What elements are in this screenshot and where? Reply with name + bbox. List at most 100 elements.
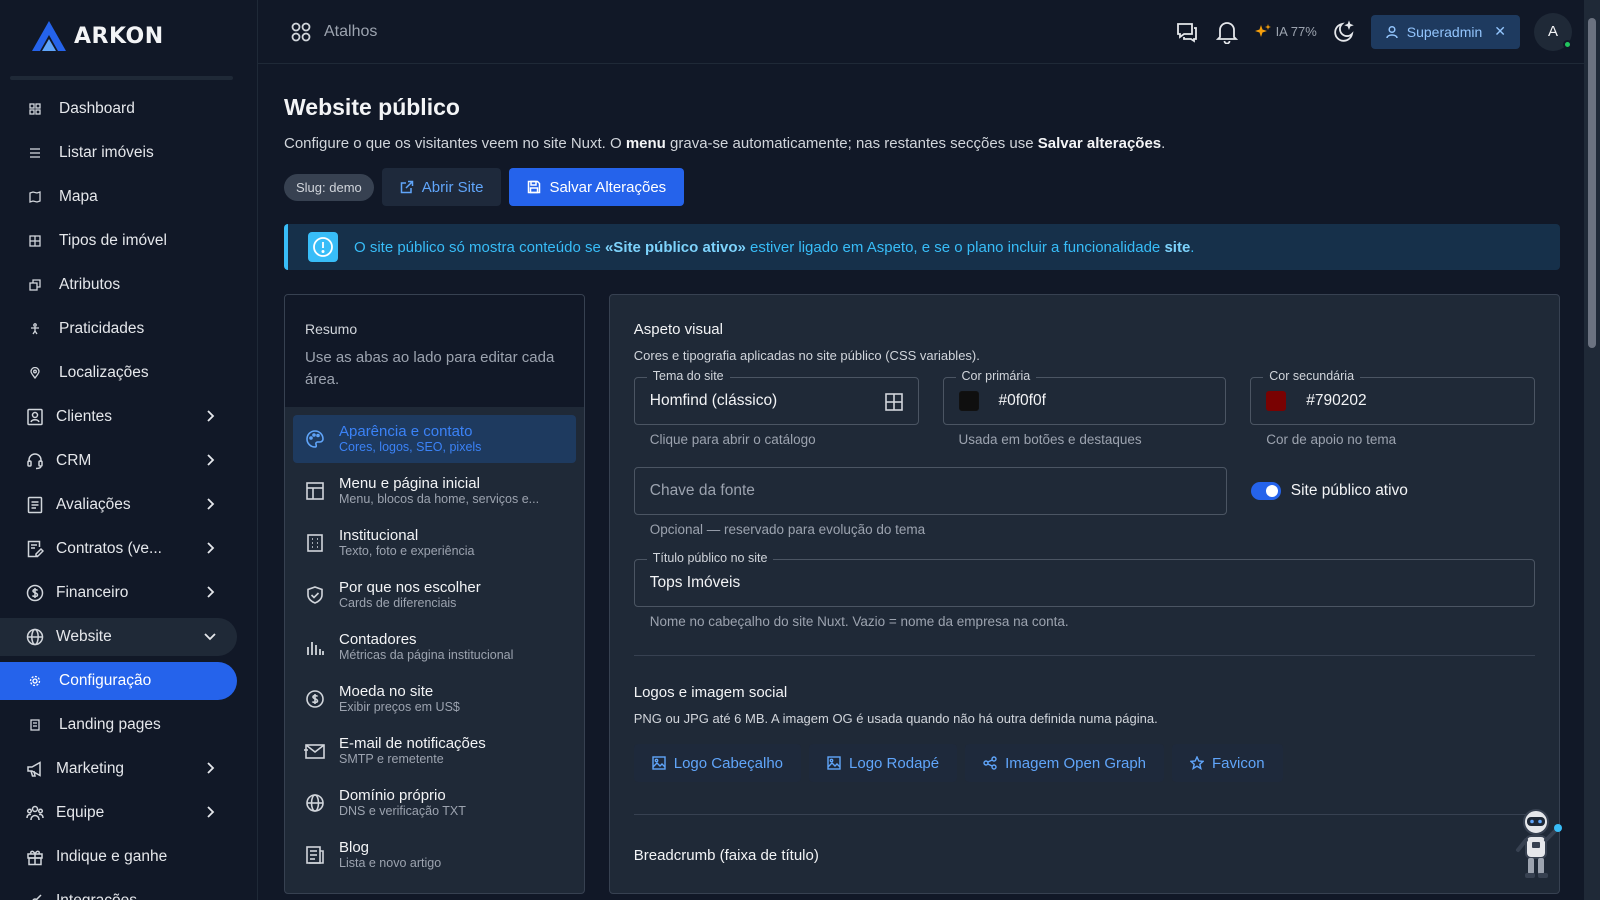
ia-usage[interactable]: IA 77% [1254,23,1317,41]
document-list-icon [26,496,44,514]
favicon-button[interactable]: Favicon [1172,744,1283,782]
close-icon[interactable]: ✕ [1494,23,1506,40]
tab-moeda-site[interactable]: Moeda no site Exibir preços em US$ [293,675,576,723]
page-scrollbar[interactable] [1584,0,1600,900]
integration-icon [26,892,44,900]
sidebar-item-contratos[interactable]: Contratos (ve... [0,530,237,568]
section-title-breadcrumb: Breadcrumb (faixa de título) [633,847,819,864]
image-icon [652,756,666,770]
gear-icon [29,675,41,687]
brand-logo[interactable]: ARKON [0,0,257,72]
tab-email-notificacoes[interactable]: E-mail de notificações SMTP e remetente [293,727,576,775]
save-button[interactable]: Salvar Alterações [509,168,685,206]
tab-aparencia-contato[interactable]: Aparência e contato Cores, logos, SEO, pi… [293,415,576,463]
chevron-down-icon [204,633,216,641]
primary-color-swatch[interactable] [958,391,979,411]
headset-icon [26,452,44,470]
superadmin-badge[interactable]: Superadmin ✕ [1370,14,1520,49]
sparkle-icon [1254,23,1271,37]
catalog-grid-icon[interactable] [884,392,904,412]
sidebar-item-crm[interactable]: CRM [0,442,237,480]
sidebar-item-integracoes[interactable]: Integrações [0,882,237,900]
sidebar-item-equipe[interactable]: Equipe [0,794,237,832]
secondary-color-swatch[interactable] [1266,391,1287,411]
chat-icon[interactable] [1174,19,1200,45]
public-title-input[interactable]: Título público no site Tops Imóveis [633,551,1535,607]
open-graph-image-button[interactable]: Imagem Open Graph [965,744,1165,782]
contacts-icon [26,408,44,426]
sidebar-item-label: Listar imóveis [59,144,154,161]
public-site-toggle-label: Site público ativo [1290,482,1408,499]
tab-institucional[interactable]: Institucional Texto, foto e experiência [293,519,576,567]
sidebar-item-atributos[interactable]: Atributos [0,266,237,304]
contract-edit-icon [26,540,44,558]
logo-header-button[interactable]: Logo Cabeçalho [633,744,802,782]
public-site-toggle[interactable] [1250,482,1281,500]
currency-icon [303,687,327,711]
sidebar-item-mapa[interactable]: Mapa [0,178,237,216]
sidebar-item-clientes[interactable]: Clientes [0,398,237,436]
sidebar-item-label: CRM [56,452,92,469]
chevron-right-icon [207,586,215,598]
sidebar-separator [10,76,233,80]
sidebar-item-label: Dashboard [59,100,135,117]
shield-check-icon [303,583,327,607]
sidebar-item-landing-pages[interactable]: Landing pages [0,706,237,744]
topbar-actions: IA 77% Superadmin ✕ A [1174,12,1572,51]
sidebar-item-avaliacoes[interactable]: Avaliações [0,486,237,524]
sidebar-item-label: Landing pages [59,716,161,733]
apps-icon [291,22,311,41]
sidebar-item-label: Marketing [56,760,125,777]
sidebar-item-marketing[interactable]: Marketing [0,750,237,788]
settings-columns: Resumo Use as abas ao lado para editar c… [284,294,1560,894]
shortcuts-button[interactable]: Atalhos [290,21,377,43]
sidebar-item-website[interactable]: Website [0,618,237,656]
location-pin-icon [29,367,41,379]
sidebar-item-label: Avaliações [56,496,131,513]
tab-blog[interactable]: Blog Lista e novo artigo [293,831,576,879]
sidebar-item-label: Financeiro [56,584,129,601]
external-link-icon [400,180,414,194]
sidebar-item-configuracao[interactable]: Configuração [0,662,237,700]
globe-icon [303,791,327,815]
bar-chart-icon [303,635,327,659]
assistant-robot-icon[interactable] [1512,806,1564,880]
tab-dominio-proprio[interactable]: Domínio próprio DNS e verificação TXT [293,779,576,827]
avatar[interactable]: A [1534,12,1572,51]
chevron-right-icon [207,410,215,422]
shortcuts-label: Atalhos [324,22,378,40]
section-desc-aspeto: Cores e tipografia aplicadas no site púb… [633,348,980,363]
brand-name: ARKON [74,23,164,49]
tab-contadores[interactable]: Contadores Métricas da página institucion… [293,623,576,671]
secondary-color-field[interactable]: Cor secundária #790202 [1250,369,1535,425]
dark-mode-icon[interactable] [1331,19,1357,45]
open-site-button[interactable]: Abrir Site [381,168,502,206]
sidebar: ARKON Dashboard Listar imóveis Mapa Tipo… [0,0,258,900]
font-key-hint: Opcional — reservado para evolução do te… [649,522,926,537]
info-text: O site público só mostra conteúdo se «Si… [354,238,1195,256]
sidebar-item-localizacoes[interactable]: Localizações [0,354,237,392]
logo-footer-button[interactable]: Logo Rodapé [809,744,958,782]
font-key-input[interactable]: Chave da fonte [633,467,1227,515]
sidebar-item-listar-imoveis[interactable]: Listar imóveis [0,134,237,172]
chevron-right-icon [207,454,215,466]
sidebar-item-label: Integrações [56,892,137,900]
info-alert: O site público só mostra conteúdo se «Si… [284,224,1560,270]
sidebar-item-label: Equipe [56,804,105,821]
sidebar-item-label: Configuração [59,672,152,689]
bell-icon[interactable] [1214,19,1240,45]
topbar: Atalhos IA 77% Superadmin ✕ A [258,0,1584,64]
share-icon [983,756,997,770]
primary-color-field[interactable]: Cor primária #0f0f0f [942,369,1227,425]
sidebar-item-praticidades[interactable]: Praticidades [0,310,237,348]
theme-select[interactable]: Tema do site Homfind (clássico) [633,369,919,425]
section-divider [633,814,1535,815]
tab-por-que-nos-escolher[interactable]: Por que nos escolher Cards de diferenciai… [293,571,576,619]
sidebar-item-indique-e-ganhe[interactable]: Indique e ganhe [0,838,237,876]
tab-menu-pagina-inicial[interactable]: Menu e página inicial Menu, blocos da hom… [293,467,576,515]
sidebar-item-tipos-imovel[interactable]: Tipos de imóvel [0,222,237,260]
sidebar-item-dashboard[interactable]: Dashboard [0,90,237,128]
sidebar-item-financeiro[interactable]: Financeiro [0,574,237,612]
scrollbar-thumb[interactable] [1588,18,1596,348]
dollar-circle-icon [26,584,44,602]
